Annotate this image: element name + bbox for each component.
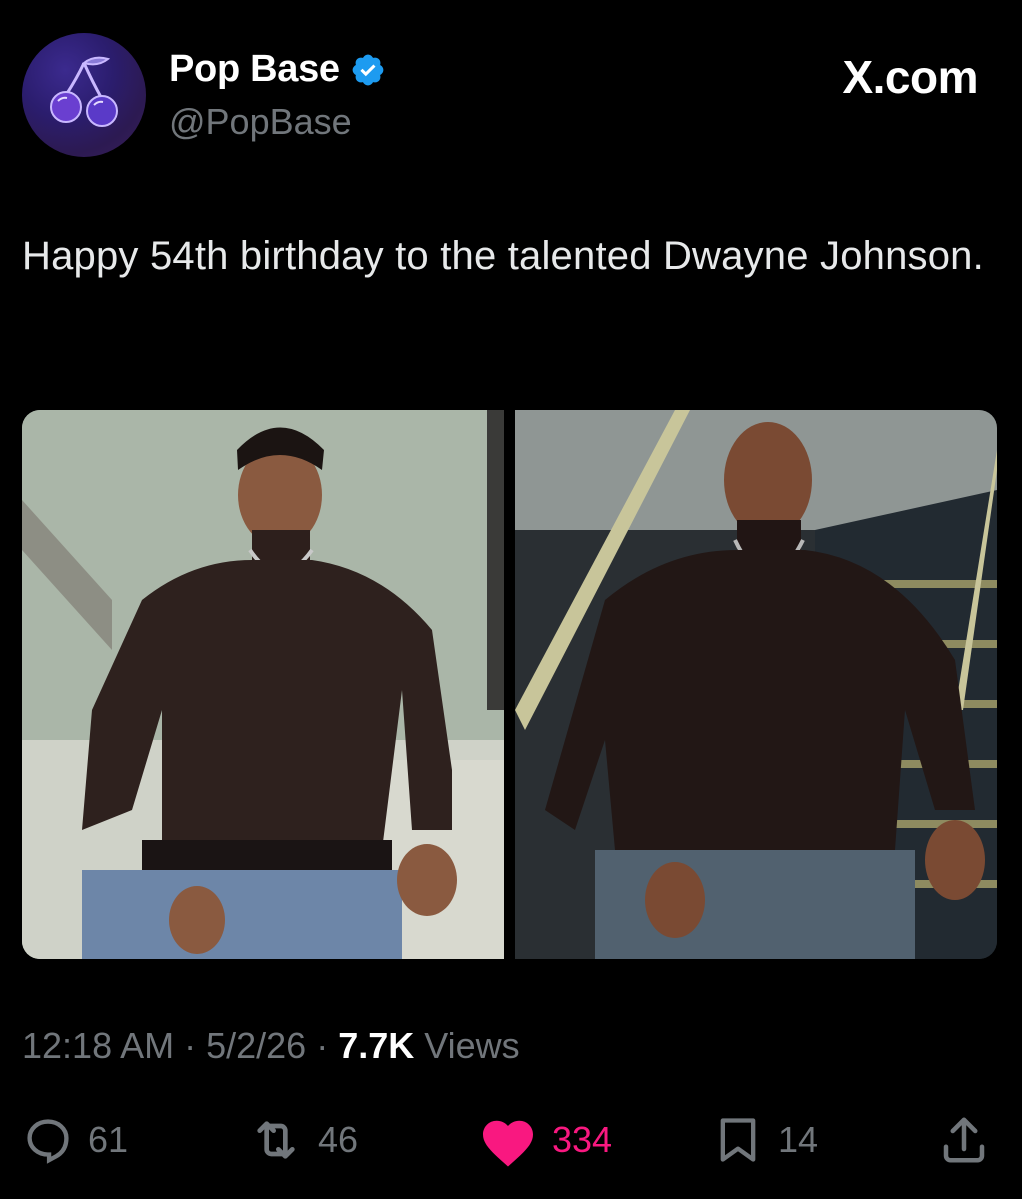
tweet-meta: 12:18 AM · 5/2/26 · 7.7K Views (22, 1025, 520, 1067)
tweet-date[interactable]: 5/2/26 (206, 1025, 306, 1066)
reply-icon (27, 1119, 69, 1164)
bookmark-icon (720, 1118, 756, 1162)
like-button[interactable]: 334 (478, 1112, 612, 1168)
avatar[interactable] (22, 33, 146, 157)
heart-icon (483, 1120, 533, 1167)
cherries-icon (50, 56, 118, 127)
photo-1[interactable] (22, 410, 504, 959)
verified-badge-icon (352, 54, 384, 85)
repost-count: 46 (318, 1119, 359, 1160)
bookmark-button[interactable]: 14 (712, 1112, 818, 1168)
views-label: Views (414, 1025, 520, 1066)
display-name[interactable]: Pop Base (169, 48, 340, 91)
tweet-time[interactable]: 12:18 AM (22, 1025, 174, 1066)
meta-separator: · (174, 1025, 207, 1066)
reply-count: 61 (88, 1119, 129, 1160)
like-count: 334 (552, 1119, 613, 1160)
meta-separator: · (306, 1025, 339, 1066)
author-name-row[interactable]: Pop Base (169, 48, 386, 91)
repost-button[interactable]: 46 (248, 1112, 358, 1168)
bookmark-count: 14 (778, 1119, 819, 1160)
share-button[interactable] (937, 1112, 991, 1168)
author-handle[interactable]: @PopBase (169, 101, 352, 143)
repost-icon (257, 1121, 295, 1159)
tweet-text: Happy 54th birthday to the talented Dway… (22, 234, 984, 278)
photo-2[interactable] (515, 410, 997, 959)
action-bar: 61 46 334 14 (22, 1112, 997, 1168)
share-icon (943, 1117, 985, 1163)
site-label: X.com (842, 51, 978, 103)
reply-button[interactable]: 61 (22, 1112, 128, 1168)
media-grid (22, 410, 997, 959)
views-count: 7.7K (338, 1025, 415, 1066)
